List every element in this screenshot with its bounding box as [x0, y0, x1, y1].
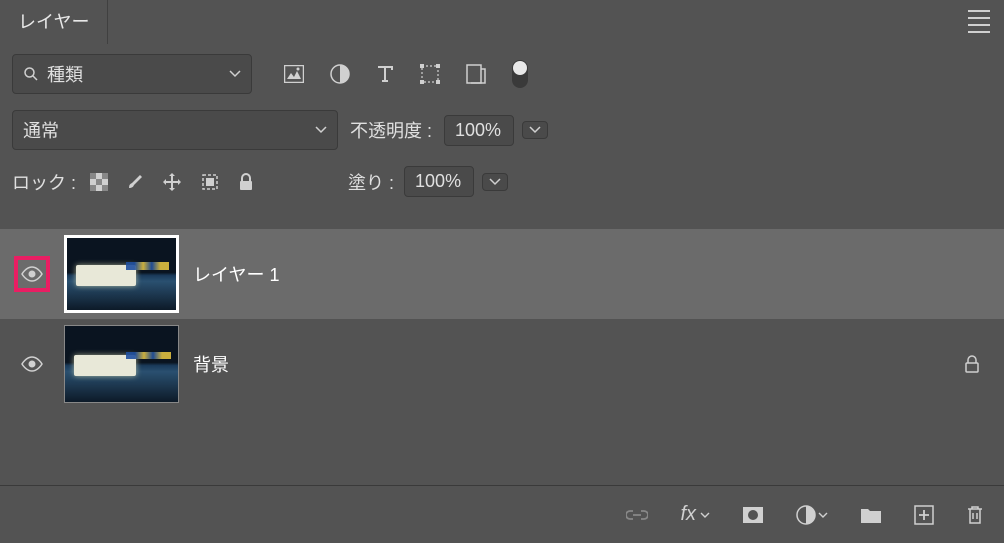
- mask-icon[interactable]: [742, 506, 764, 524]
- adjustment-layer-icon[interactable]: [796, 505, 828, 525]
- chevron-down-icon: [229, 70, 241, 78]
- lock-move-icon[interactable]: [162, 172, 182, 192]
- shape-filter-icon[interactable]: [420, 64, 440, 84]
- smartobject-filter-icon[interactable]: [466, 64, 486, 84]
- layer-thumbnail[interactable]: [64, 325, 179, 403]
- layers-list: レイヤー 1 背景: [0, 229, 1004, 409]
- chevron-down-icon: [529, 126, 541, 134]
- lock-brush-icon[interactable]: [126, 173, 144, 191]
- search-icon: [23, 66, 39, 82]
- panel-title: レイヤー: [18, 12, 89, 32]
- delete-icon[interactable]: [966, 505, 984, 525]
- blend-mode-value: 通常: [23, 117, 59, 143]
- opacity-dropdown-button[interactable]: [522, 121, 548, 139]
- panel-tab-layers[interactable]: レイヤー: [0, 0, 108, 44]
- layer-thumbnail[interactable]: [64, 235, 179, 313]
- eye-icon: [20, 266, 44, 282]
- lock-artboard-icon[interactable]: [200, 172, 220, 192]
- layer-row[interactable]: レイヤー 1: [0, 229, 1004, 319]
- visibility-toggle[interactable]: [14, 256, 50, 292]
- opacity-label: 不透明度 :: [350, 117, 432, 143]
- panel-footer: fx: [0, 485, 1004, 543]
- fill-input[interactable]: 100%: [404, 166, 474, 197]
- blend-mode-dropdown[interactable]: 通常: [12, 110, 338, 150]
- type-filter-icon[interactable]: [376, 65, 394, 83]
- layer-name[interactable]: レイヤー 1: [193, 261, 990, 287]
- filter-toggle-switch[interactable]: [512, 60, 528, 88]
- visibility-toggle[interactable]: [14, 346, 50, 382]
- filter-type-dropdown[interactable]: 種類: [12, 54, 252, 94]
- filter-label: 種類: [47, 61, 83, 87]
- fill-dropdown-button[interactable]: [482, 173, 508, 191]
- layer-row[interactable]: 背景: [0, 319, 1004, 409]
- new-layer-icon[interactable]: [914, 505, 934, 525]
- layer-name[interactable]: 背景: [193, 351, 950, 377]
- group-icon[interactable]: [860, 506, 882, 524]
- lock-label: ロック :: [12, 169, 76, 195]
- eye-icon: [20, 356, 44, 372]
- adjustment-filter-icon[interactable]: [330, 64, 350, 84]
- link-icon[interactable]: [626, 509, 648, 521]
- lock-transparent-icon[interactable]: [90, 173, 108, 191]
- fx-icon[interactable]: fx: [680, 503, 710, 526]
- lock-all-icon[interactable]: [238, 173, 254, 191]
- panel-menu-icon[interactable]: [968, 10, 990, 33]
- opacity-input[interactable]: 100%: [444, 115, 514, 146]
- fill-label: 塗り :: [348, 169, 394, 195]
- chevron-down-icon: [489, 178, 501, 186]
- chevron-down-icon: [315, 126, 327, 134]
- pixel-filter-icon[interactable]: [284, 65, 304, 83]
- lock-icon: [964, 355, 980, 373]
